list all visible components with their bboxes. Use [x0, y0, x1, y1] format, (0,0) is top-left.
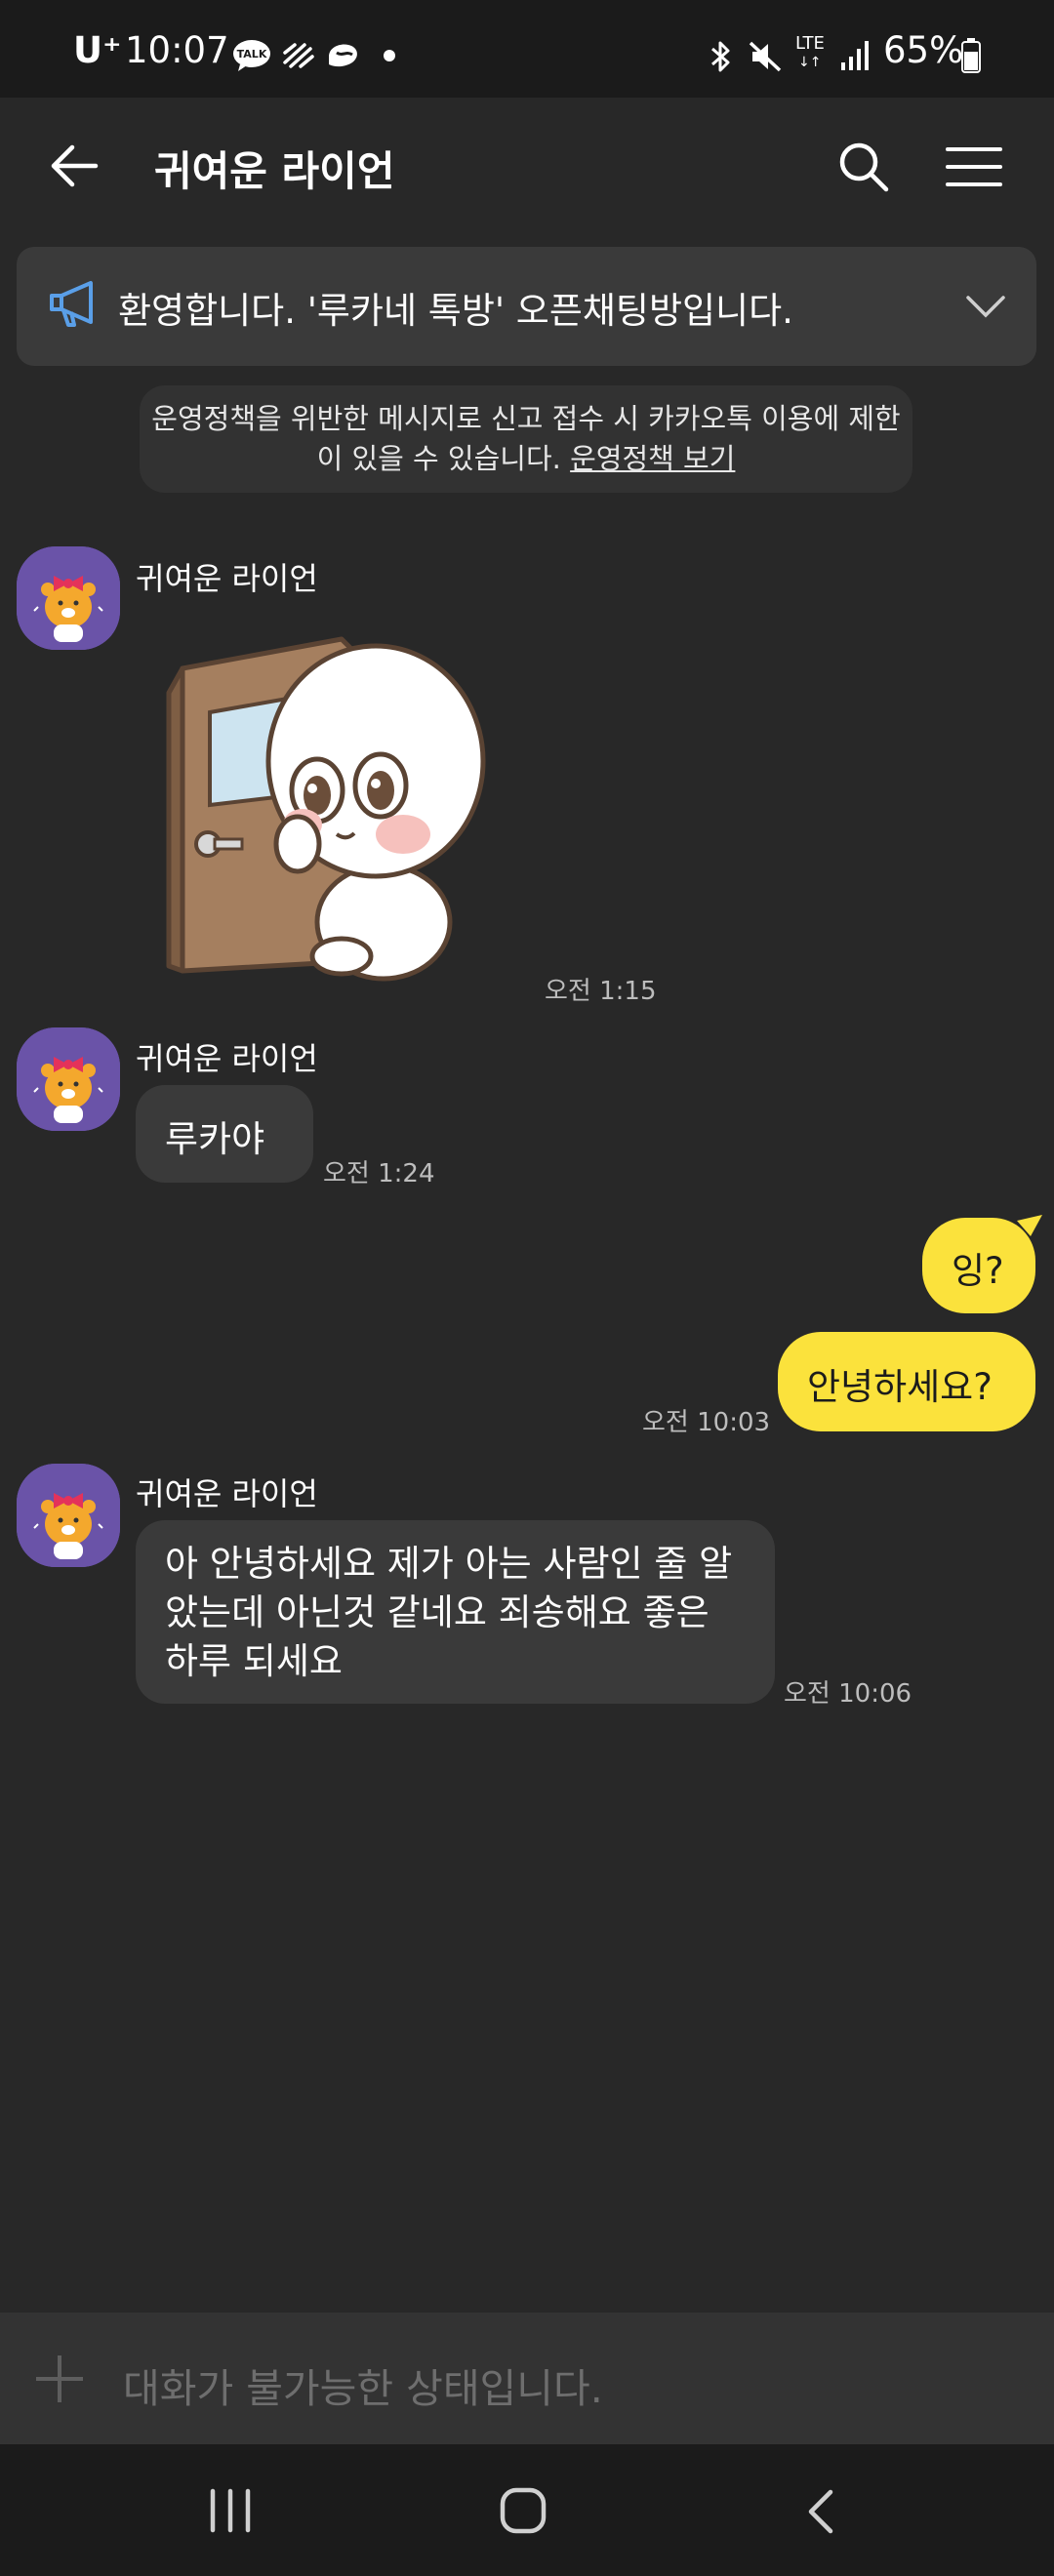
- chat-notification-icon: [323, 39, 364, 76]
- battery-icon: [961, 38, 981, 77]
- menu-icon[interactable]: [946, 146, 1002, 191]
- message-bubble[interactable]: 루카야: [136, 1085, 313, 1183]
- message-text: 안녕하세요?: [807, 1366, 993, 1408]
- bubble-tail: [1017, 1215, 1042, 1242]
- sender-name: 귀여운 라이언: [136, 1475, 318, 1512]
- message-text: 아 안녕하세요 제가 아는 사람인 줄 알았는데 아닌것 같네요 죄송해요 좋은…: [165, 1543, 733, 1682]
- mute-icon: [747, 39, 784, 78]
- message-time: 오전 1:24: [323, 1159, 435, 1188]
- notice-banner[interactable]: 환영합니다. '루카네 톡방' 오픈채팅방입니다.: [17, 247, 1036, 366]
- sticker-image[interactable]: [161, 624, 498, 989]
- message-time: 오전 10:03: [642, 1408, 771, 1437]
- app-notification-icon: [281, 39, 316, 76]
- home-icon[interactable]: [500, 2487, 547, 2538]
- message-bubble[interactable]: 아 안녕하세요 제가 아는 사람인 줄 알았는데 아닌것 같네요 죄송해요 좋은…: [136, 1520, 775, 1704]
- system-nav-bar: [0, 2444, 1054, 2576]
- lion-avatar-icon: [17, 1464, 120, 1567]
- sender-name: 귀여운 라이언: [136, 1040, 318, 1077]
- more-notifications-dot: [384, 50, 395, 61]
- avatar[interactable]: [17, 1464, 120, 1567]
- recent-apps-icon[interactable]: [207, 2488, 254, 2537]
- avatar[interactable]: [17, 546, 120, 650]
- data-arrows-icon: ↓↑: [798, 55, 822, 70]
- message-text: 루카야: [165, 1118, 265, 1160]
- svg-text:TALK: TALK: [237, 48, 267, 60]
- battery-percent: 65%: [883, 29, 964, 71]
- message-text: 잉?: [952, 1250, 1004, 1292]
- kakaotalk-notification-icon: TALK: [232, 39, 271, 76]
- my-message-bubble[interactable]: 안녕하세요?: [778, 1332, 1035, 1431]
- message-input[interactable]: 대화가 불가능한 상태입니다.: [123, 2355, 603, 2414]
- back-nav-icon[interactable]: [803, 2488, 836, 2539]
- search-icon[interactable]: [837, 141, 890, 197]
- status-bar: U⁺ 10:07 TALK LTE ↓↑ 65%: [0, 0, 1054, 98]
- lion-avatar-icon: [17, 1027, 120, 1131]
- chevron-down-icon[interactable]: [965, 294, 1006, 323]
- policy-link[interactable]: 운영정책 보기: [570, 442, 735, 475]
- back-arrow-icon[interactable]: [49, 142, 100, 193]
- policy-notice: 운영정책을 위반한 메시지로 신고 접수 시 카카오톡 이용에 제한이 있을 수…: [140, 385, 912, 493]
- sender-name: 귀여운 라이언: [136, 560, 318, 597]
- megaphone-icon: [48, 278, 99, 335]
- message-input-bar: 대화가 불가능한 상태입니다.: [0, 2313, 1054, 2444]
- message-time: 오전 10:06: [784, 1679, 912, 1709]
- lion-avatar-icon: [17, 546, 120, 650]
- policy-text: 운영정책을 위반한 메시지로 신고 접수 시 카카오톡 이용에 제한이 있을 수…: [151, 402, 901, 475]
- bluetooth-icon: [707, 39, 736, 78]
- notice-text: 환영합니다. '루카네 톡방' 오픈채팅방입니다.: [118, 290, 793, 332]
- chat-title: 귀여운 라이언: [154, 147, 395, 195]
- message-time: 오전 1:15: [545, 977, 657, 1006]
- signal-icon: [839, 39, 871, 76]
- carrier-label: U⁺: [73, 29, 122, 71]
- plus-icon[interactable]: [34, 2354, 85, 2408]
- network-type: LTE: [795, 33, 825, 54]
- status-time: 10:07: [125, 29, 229, 71]
- avatar[interactable]: [17, 1027, 120, 1131]
- chat-header: 귀여운 라이언: [0, 98, 1054, 234]
